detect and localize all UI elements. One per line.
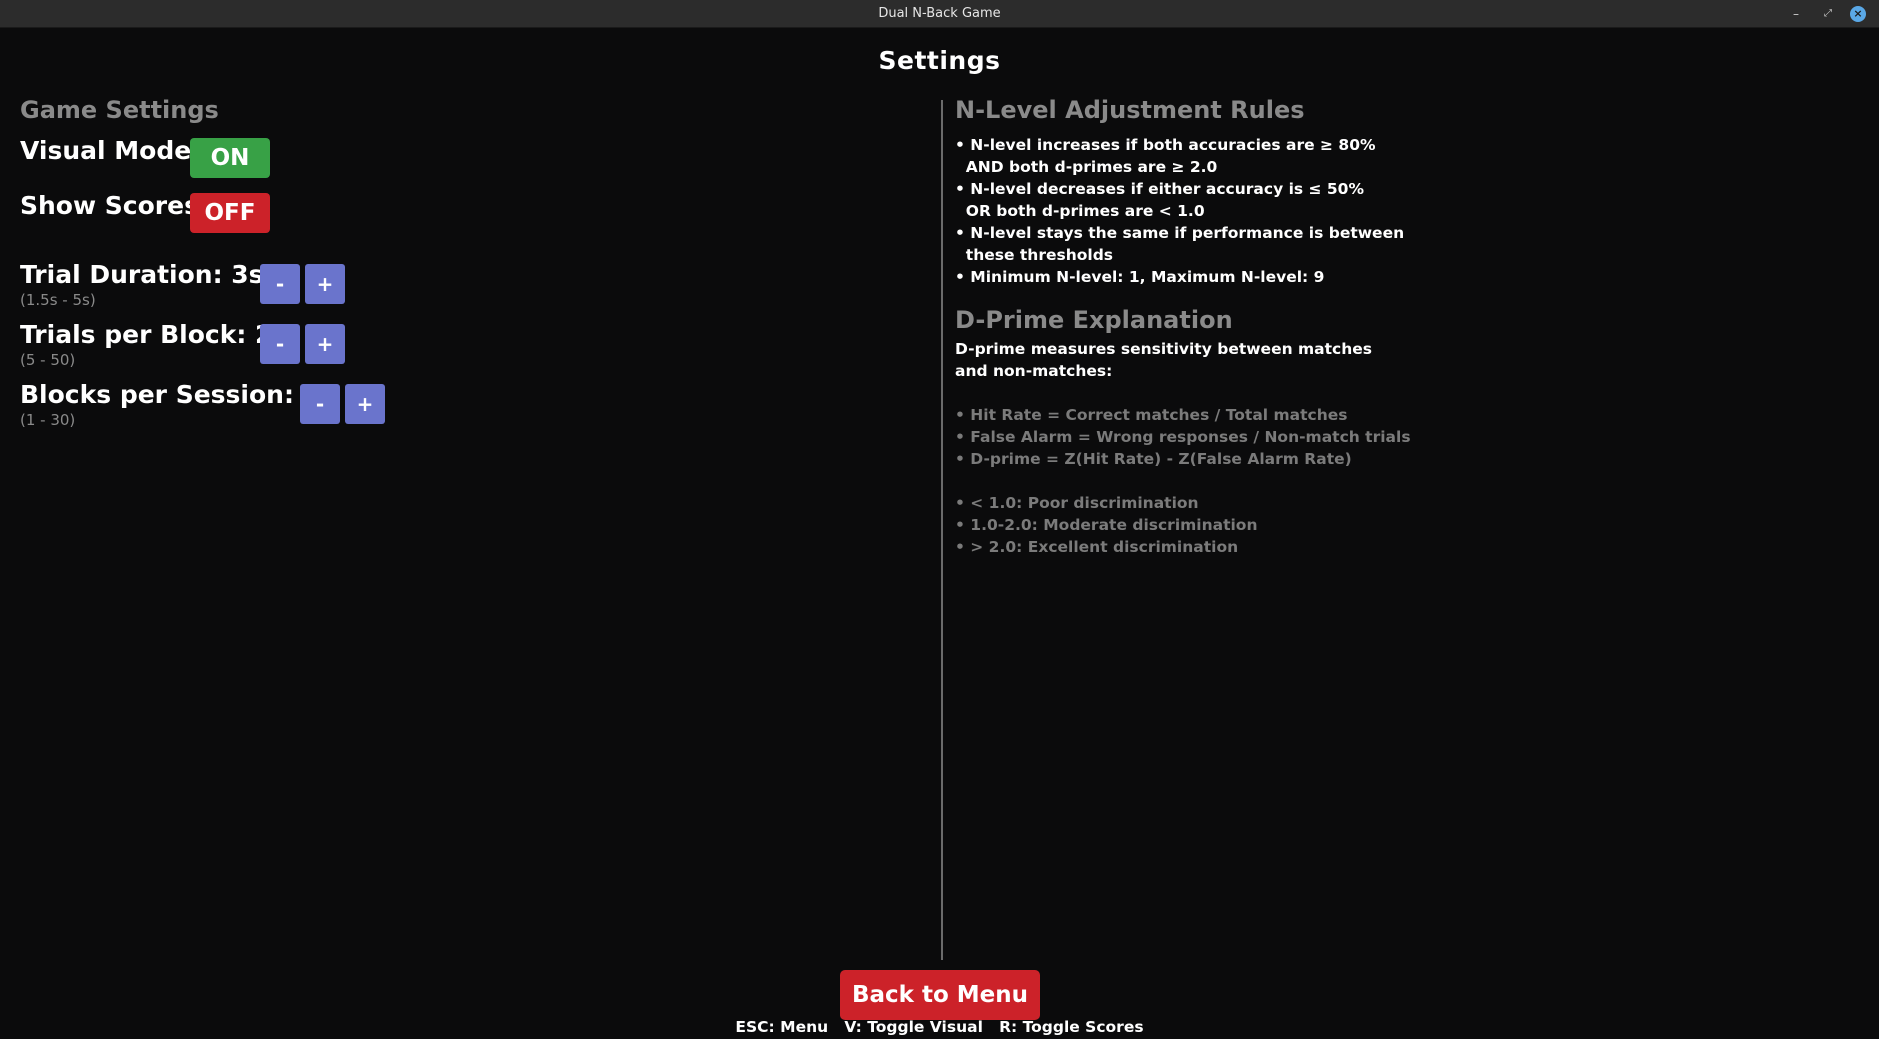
keyboard-hints: ESC: Menu V: Toggle Visual R: Toggle Sco…: [735, 1018, 1144, 1036]
window-title: Dual N-Back Game: [878, 6, 1001, 21]
d-prime-scale-line: • < 1.0: Poor discrimination: [955, 494, 1199, 512]
trials-per-block-label: Trials per Block: 20: [20, 320, 290, 349]
blocks-per-session-decrease-button[interactable]: -: [300, 384, 340, 424]
blocks-per-session-range: (1 - 30): [20, 411, 76, 429]
trial-duration-label: Trial Duration: 3s: [20, 260, 264, 289]
n-level-rule-line: • N-level stays the same if performance …: [955, 224, 1405, 242]
visual-mode-toggle[interactable]: ON: [190, 138, 270, 178]
trial-duration-range: (1.5s - 5s): [20, 291, 96, 309]
n-level-rules-heading: N-Level Adjustment Rules: [955, 96, 1305, 124]
d-prime-scale-line: • > 2.0: Excellent discrimination: [955, 538, 1239, 556]
page-title: Settings: [878, 46, 1001, 75]
n-level-rule-line: • Minimum N-level: 1, Maximum N-level: 9: [955, 268, 1325, 286]
minimize-icon[interactable]: –: [1788, 6, 1804, 22]
d-prime-intro-line: D-prime measures sensitivity between mat…: [955, 340, 1372, 358]
trials-per-block-decrease-button[interactable]: -: [260, 324, 300, 364]
n-level-rule-line: AND both d-primes are ≥ 2.0: [955, 158, 1218, 176]
d-prime-formula-line: • D-prime = Z(Hit Rate) - Z(False Alarm …: [955, 450, 1352, 468]
column-divider: [941, 100, 943, 960]
d-prime-formula-line: • Hit Rate = Correct matches / Total mat…: [955, 406, 1348, 424]
trials-per-block-range: (5 - 50): [20, 351, 76, 369]
trial-duration-increase-button[interactable]: +: [305, 264, 345, 304]
window-titlebar: Dual N-Back Game – ⤢ ×: [0, 0, 1879, 28]
show-scores-toggle[interactable]: OFF: [190, 193, 270, 233]
trial-duration-decrease-button[interactable]: -: [260, 264, 300, 304]
maximize-icon[interactable]: ⤢: [1820, 6, 1836, 22]
n-level-rule-line: • N-level decreases if either accuracy i…: [955, 180, 1364, 198]
visual-mode-label: Visual Mode:: [20, 136, 202, 165]
n-level-rule-line: • N-level increases if both accuracies a…: [955, 136, 1376, 154]
close-icon[interactable]: ×: [1850, 6, 1866, 22]
back-to-menu-button[interactable]: Back to Menu: [840, 970, 1040, 1020]
show-scores-label: Show Scores:: [20, 191, 209, 220]
d-prime-formula-line: • False Alarm = Wrong responses / Non-ma…: [955, 428, 1411, 446]
blocks-per-session-label: Blocks per Session: 20: [20, 380, 338, 409]
trials-per-block-increase-button[interactable]: +: [305, 324, 345, 364]
game-settings-heading: Game Settings: [20, 96, 219, 124]
blocks-per-session-increase-button[interactable]: +: [345, 384, 385, 424]
d-prime-scale-line: • 1.0-2.0: Moderate discrimination: [955, 516, 1258, 534]
n-level-rule-line: OR both d-primes are < 1.0: [955, 202, 1205, 220]
d-prime-intro-line: and non-matches:: [955, 362, 1113, 380]
d-prime-heading: D-Prime Explanation: [955, 306, 1233, 334]
n-level-rule-line: these thresholds: [955, 246, 1114, 264]
